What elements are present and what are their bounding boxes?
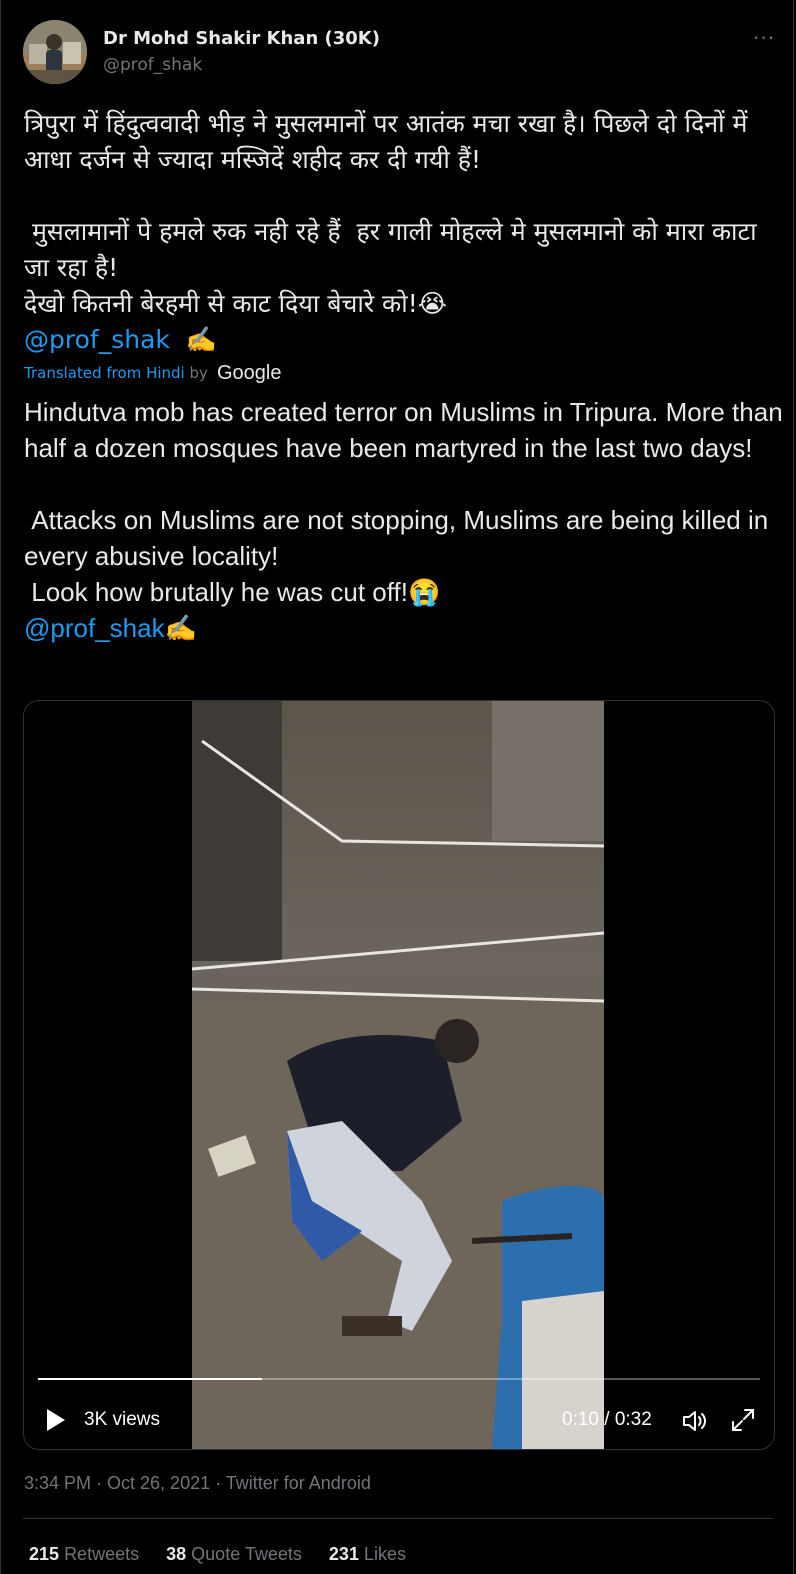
retweets-stat[interactable]: 215 Retweets	[29, 1544, 139, 1564]
tweet-detail: Dr Mohd Shakir Khan (30K) @prof_shak ···…	[0, 0, 794, 1574]
mention-link-original[interactable]: @prof_shak ✍️	[24, 325, 217, 354]
quotes-label: Quote Tweets	[191, 1544, 302, 1564]
play-icon[interactable]	[42, 1407, 68, 1433]
hindi-text: त्रिपुरा में हिंदुत्ववादी भीड़ ने मुसलमा…	[24, 109, 757, 318]
fullscreen-icon[interactable]	[728, 1405, 758, 1435]
quotes-count: 38	[166, 1544, 187, 1564]
video-time: 0:10 / 0:32	[562, 1409, 652, 1430]
translated-label: Translated from Hindi	[24, 364, 190, 382]
google-logo: Google	[217, 362, 282, 384]
video-frame	[192, 701, 604, 1449]
video-progress-fill	[38, 1378, 262, 1380]
likes-label: Likes	[363, 1544, 407, 1564]
video-player[interactable]: 3K views 0:10 / 0:32	[23, 700, 775, 1450]
english-text: Hindutva mob has created terror on Musli…	[24, 397, 783, 607]
retweets-label: Retweets	[64, 1544, 140, 1564]
tweet-text-translated: Hindutva mob has created terror on Musli…	[24, 394, 784, 646]
likes-count: 231	[328, 1544, 359, 1564]
tweet-timestamp[interactable]: 3:34 PM · Oct 26, 2021 · Twitter for And…	[24, 1473, 371, 1494]
avatar[interactable]	[23, 20, 87, 84]
translation-attribution[interactable]: Translated from Hindi by	[24, 364, 208, 382]
likes-stat[interactable]: 231 Likes	[329, 1544, 406, 1564]
tweet-stats: 215 Retweets 38 Quote Tweets 231 Likes	[29, 1544, 428, 1565]
mention-link-translated[interactable]: @prof_shak✍️	[24, 613, 197, 643]
video-progress-bar[interactable]	[38, 1378, 760, 1380]
author-name[interactable]: Dr Mohd Shakir Khan (30K)	[103, 28, 380, 49]
volume-icon[interactable]	[680, 1406, 710, 1436]
author-handle[interactable]: @prof_shak	[103, 55, 202, 75]
translated-by: by	[189, 364, 208, 382]
tweet-text-original: त्रिपुरा में हिंदुत्ववादी भीड़ ने मुसलमा…	[24, 106, 776, 358]
more-options-icon[interactable]: ···	[753, 26, 775, 50]
video-views: 3K views	[84, 1409, 161, 1430]
quote-tweets-stat[interactable]: 38 Quote Tweets	[166, 1544, 302, 1564]
divider	[23, 1518, 773, 1519]
retweets-count: 215	[29, 1544, 60, 1564]
